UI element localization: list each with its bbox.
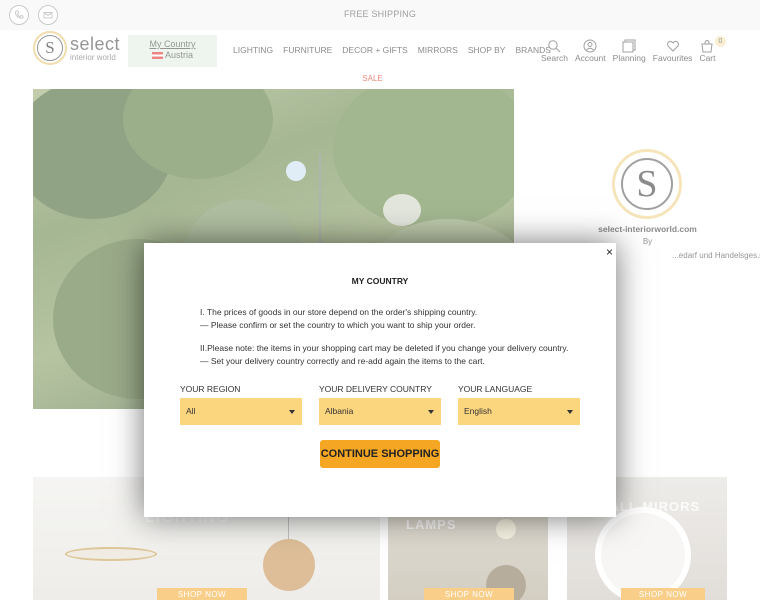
close-icon[interactable]: × xyxy=(606,245,613,259)
notice-2-line-1: II.Please note: the items in your shoppi… xyxy=(200,343,569,353)
delivery-country-label: YOUR DELIVERY COUNTRY xyxy=(319,384,432,394)
delivery-country-select[interactable]: Albania xyxy=(319,398,441,425)
modal-notice-1: I. The prices of goods in our store depe… xyxy=(200,306,477,331)
continue-shopping-button[interactable]: CONTINUE SHOPPING xyxy=(320,440,440,468)
modal-notice-2: II.Please note: the items in your shoppi… xyxy=(200,342,568,367)
modal-title: MY COUNTRY xyxy=(351,276,409,286)
country-modal: × MY COUNTRY I. The prices of goods in o… xyxy=(144,243,616,517)
notice-1-line-1: I. The prices of goods in our store depe… xyxy=(200,307,478,317)
region-label: YOUR REGION xyxy=(180,384,241,394)
region-select[interactable]: All xyxy=(180,398,302,425)
language-label: YOUR LANGUAGE xyxy=(458,384,533,394)
notice-1-line-2: — Please confirm or set the country to w… xyxy=(200,319,476,330)
language-select[interactable]: English xyxy=(458,398,580,425)
notice-2-line-2: — Set your delivery country correctly an… xyxy=(200,355,485,366)
